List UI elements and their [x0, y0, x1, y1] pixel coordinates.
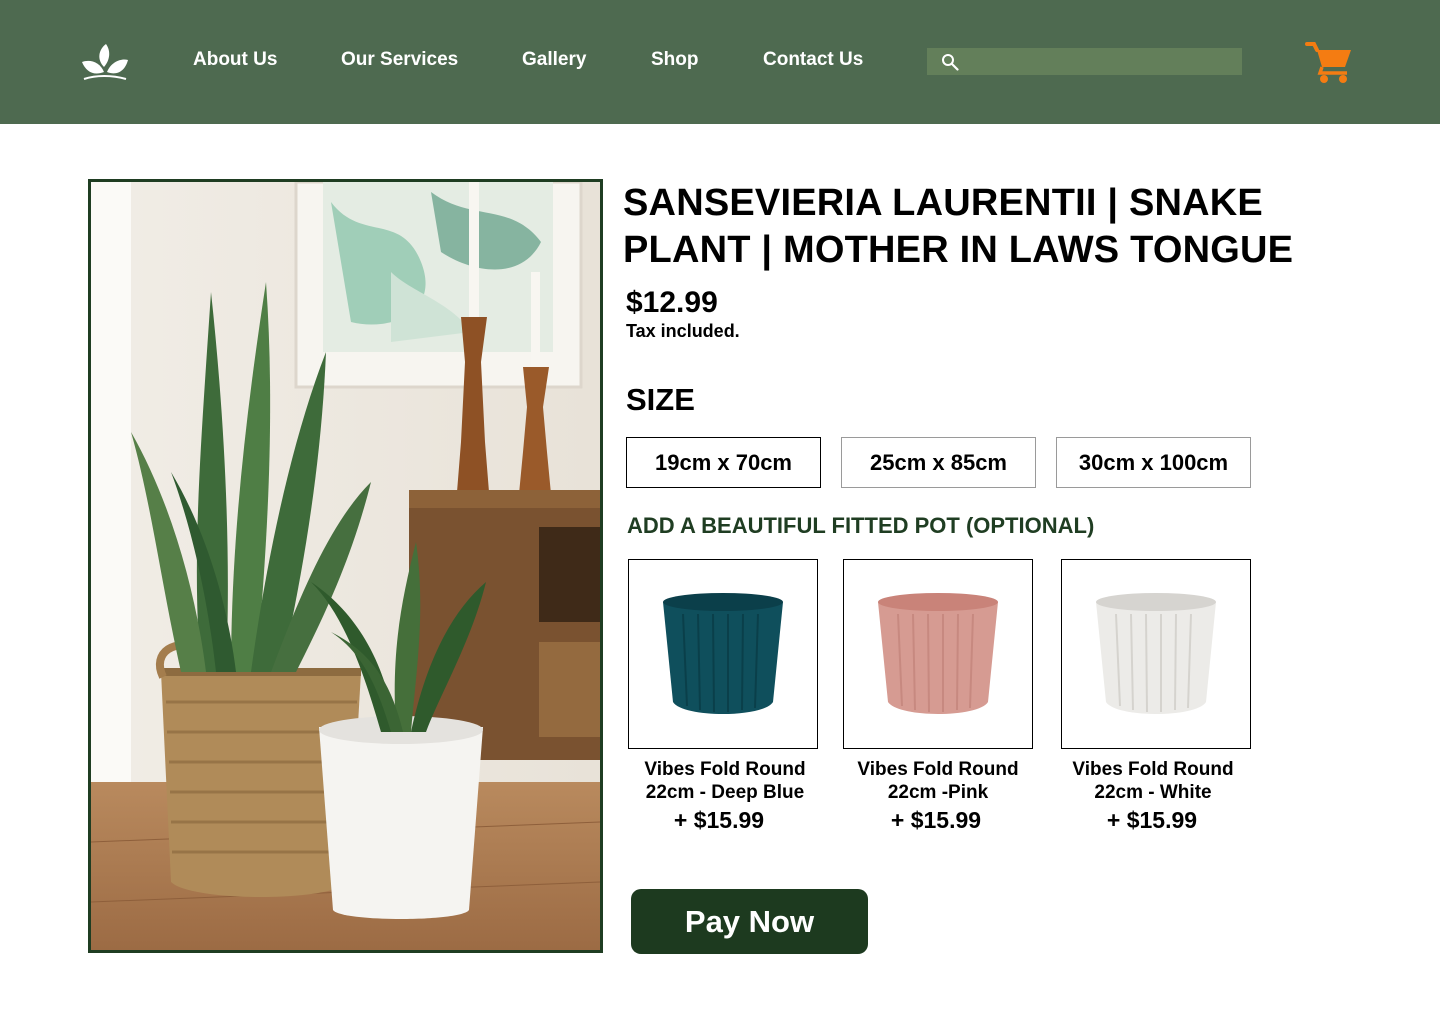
pot-image-white — [1096, 593, 1216, 714]
pot-name-line1: Vibes Fold Round — [644, 759, 806, 780]
pot-name-white: Vibes Fold Round 22cm - White — [1043, 758, 1263, 804]
nav-gallery[interactable]: Gallery — [522, 49, 586, 71]
pot-card-deep-blue[interactable] — [628, 559, 818, 749]
site-header: About Us Our Services Gallery Shop Conta… — [0, 0, 1440, 124]
pay-now-button[interactable]: Pay Now — [631, 889, 868, 954]
pot-name-line2: 22cm - Deep Blue — [645, 782, 805, 803]
pot-name-line2: 22cm -Pink — [887, 782, 989, 803]
nav-about-us[interactable]: About Us — [193, 49, 277, 71]
size-heading: SIZE — [626, 382, 695, 417]
nav-shop[interactable]: Shop — [651, 49, 699, 71]
product-image — [88, 179, 603, 953]
nav-our-services[interactable]: Our Services — [341, 49, 458, 71]
pot-name-line1: Vibes Fold Round — [1072, 759, 1234, 780]
size-option-30x100[interactable]: 30cm x 100cm — [1056, 437, 1251, 488]
snake-plant-photo — [91, 182, 600, 950]
search-bar[interactable] — [927, 48, 1242, 75]
pot-name-deep-blue: Vibes Fold Round 22cm - Deep Blue — [615, 758, 835, 804]
product-title: SANSEVIERIA LAURENTII | SNAKE PLANT | MO… — [623, 182, 1294, 271]
product-price: $12.99 — [626, 286, 718, 319]
size-option-25x85[interactable]: 25cm x 85cm — [841, 437, 1036, 488]
search-icon — [942, 54, 959, 71]
pot-name-pink: Vibes Fold Round 22cm -Pink — [828, 758, 1048, 804]
pot-image-deep-blue — [663, 593, 783, 714]
leaf-logo-icon[interactable] — [80, 42, 130, 82]
pot-name-line2: 22cm - White — [1094, 782, 1212, 803]
pot-price-pink: + $15.99 — [890, 807, 982, 833]
size-option-19x70[interactable]: 19cm x 70cm — [626, 437, 821, 488]
cart-icon[interactable] — [1305, 40, 1355, 84]
pot-price-white: + $15.99 — [1106, 807, 1198, 833]
pot-name-line1: Vibes Fold Round — [857, 759, 1019, 780]
tax-note: Tax included. — [626, 321, 740, 341]
pot-card-white[interactable] — [1061, 559, 1251, 749]
search-input[interactable] — [967, 48, 1237, 75]
pot-image-pink — [878, 593, 998, 714]
nav-contact-us[interactable]: Contact Us — [763, 49, 863, 71]
pot-heading: ADD A BEAUTIFUL FITTED POT (OPTIONAL) — [627, 513, 1095, 538]
pot-card-pink[interactable] — [843, 559, 1033, 749]
pot-price-deep-blue: + $15.99 — [673, 807, 765, 833]
